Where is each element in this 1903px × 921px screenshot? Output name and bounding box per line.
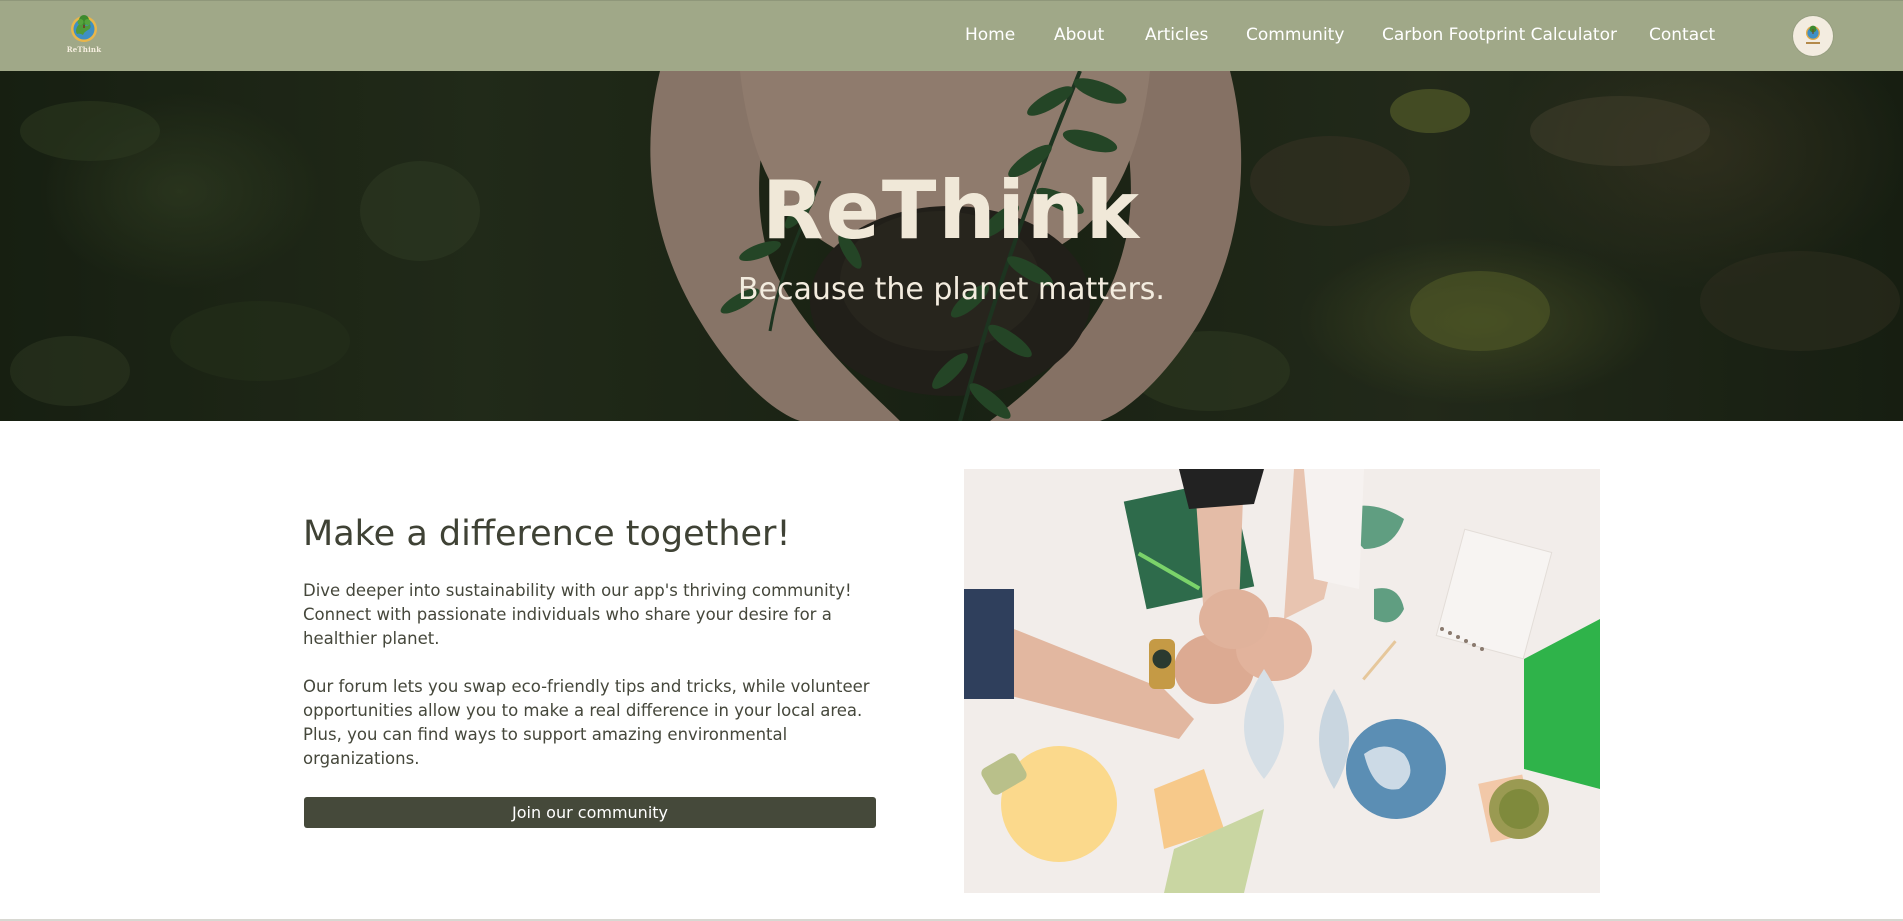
hero-banner: ReThink Because the planet matters. [0,71,1903,421]
section-heading: Make a difference together! [303,514,791,554]
join-community-button[interactable]: Join our community [304,797,876,828]
user-avatar[interactable] [1793,16,1833,56]
community-paragraph-1: Dive deeper into sustainability with our… [303,581,852,648]
nav-contact[interactable]: Contact [1649,25,1715,45]
community-image [964,469,1600,893]
hero-title: ReThink [762,164,1141,257]
nav-community[interactable]: Community [1246,25,1344,45]
nav-about[interactable]: About [1054,25,1104,45]
nav-home[interactable]: Home [965,25,1015,45]
main-nav: Home About Articles Community Carbon Foo… [0,1,1903,72]
hands-fist-bump-eco-desk-image [964,469,1600,893]
nav-articles[interactable]: Articles [1145,25,1208,45]
top-navbar: ReThink Home About Articles Community Ca… [0,0,1903,71]
nav-carbon-calculator[interactable]: Carbon Footprint Calculator [1382,25,1617,45]
hero-subtitle: Because the planet matters. [738,272,1165,307]
community-paragraph-2: Our forum lets you swap eco-friendly tip… [303,677,870,768]
avatar-logo-icon [1806,25,1820,44]
